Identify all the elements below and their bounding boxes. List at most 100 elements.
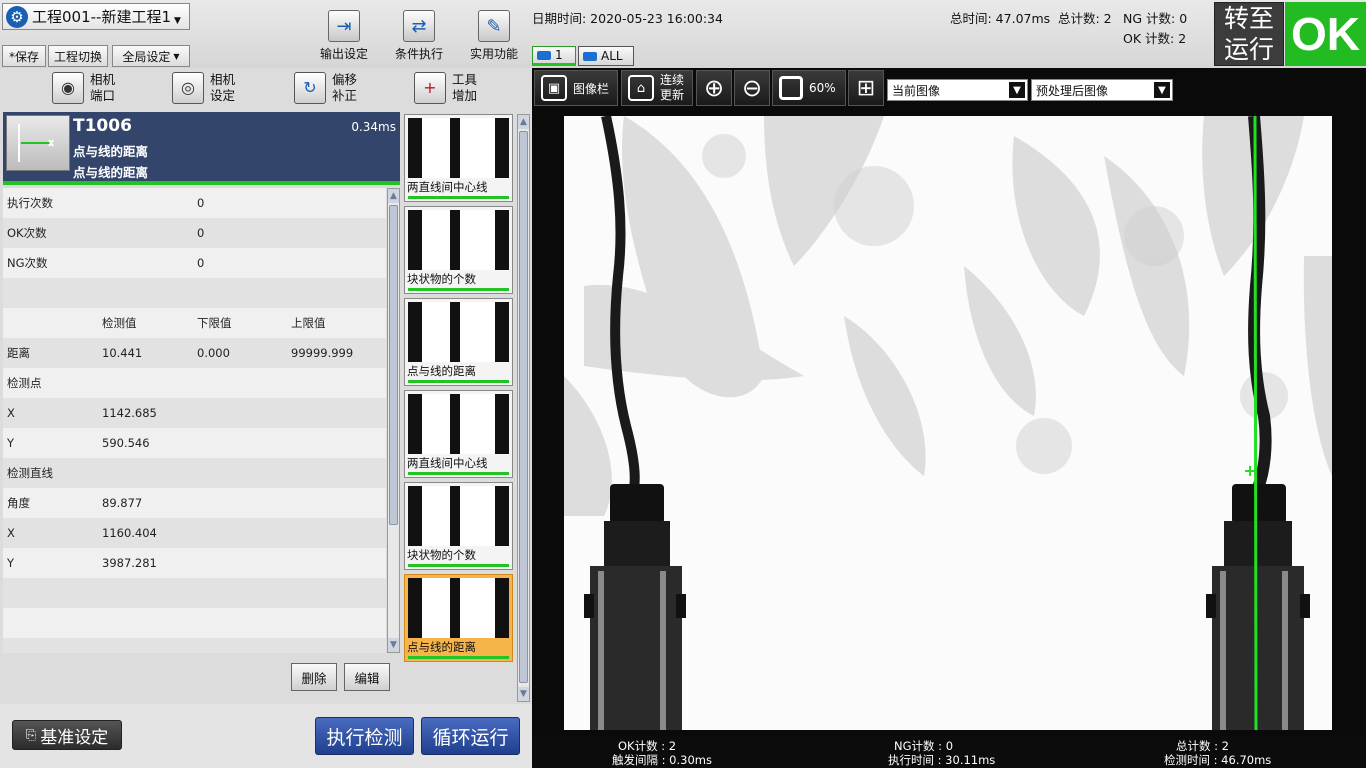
chevron-down-icon: ▼ [1154,82,1170,98]
zoom-level: 60% [809,81,836,95]
camera-icon [583,51,597,61]
processed-image-select[interactable]: 预处理后图像 ▼ [1031,79,1173,101]
top-toolbar: ⚙ 工程001--新建工程1 ▼ *保存 工程切换 全局设定 ▼ ⇥ 输出设定 … [0,0,1366,68]
execute-detect-button[interactable]: 执行检测 [315,717,414,755]
roi-button[interactable]: ⊞ [848,70,884,106]
point-line-distance-icon [6,115,70,171]
scroll-up-icon[interactable]: ▲ [388,189,399,203]
global-settings-label: 全局设定 [122,49,171,64]
scroll-thumb[interactable] [519,131,528,683]
project-title: 工程001--新建工程1 [32,8,171,26]
line-x-value: 1160.404 [102,526,157,540]
zoom-in-icon: ⊕ [703,74,725,102]
table-row: 检测点 [3,368,386,398]
delete-button[interactable]: 删除 [291,663,337,691]
thumb-image [408,394,509,454]
table-row: Y 590.546 [3,428,386,458]
thumb-label: 点与线的距离 [407,640,476,654]
tool-thumb-5[interactable]: 块状物的个数 [404,482,513,570]
edit-button[interactable]: 编辑 [344,663,390,691]
thumb-image [408,486,509,546]
continuous-update-button[interactable]: ⌂ 连续 更新 [621,70,693,106]
chevron-down-icon: ▼ [173,51,180,61]
scroll-down-icon[interactable]: ▼ [518,687,529,701]
camera-port-button[interactable]: ◉ 相机 端口 [52,72,115,104]
current-image-select[interactable]: 当前图像 ▼ [887,79,1028,101]
status-bar [408,288,509,291]
thumb-image [408,302,509,362]
project-selector[interactable]: ⚙ 工程001--新建工程1 ▼ [2,3,190,30]
ok-count-value: 0 [197,226,205,240]
table-row: Y 3987.281 [3,548,386,578]
image-bar-button[interactable]: ▣ 图像栏 [534,70,618,106]
continuous-l2: 更新 [660,88,685,102]
tool-thumb-3[interactable]: 点与线的距离 [404,298,513,386]
offset-l1: 偏移 [332,72,358,87]
save-button[interactable]: *保存 [2,45,46,67]
zoom-out-button[interactable]: ⊖ [734,70,770,106]
selected-tool-header: T1006 0.34ms 点与线的距离 点与线的距离 [3,112,400,185]
camera-tab-all[interactable]: ALL [578,46,634,66]
table-row: 检测直线 [3,458,386,488]
camera-settings-button[interactable]: ◎ 相机 设定 [172,72,235,104]
tool-thumb-2[interactable]: 块状物的个数 [404,206,513,294]
scroll-up-icon[interactable]: ▲ [518,115,529,129]
line-y-label: Y [7,556,15,570]
status-bar [408,196,509,199]
offset-correction-button[interactable]: ↻ 偏移 补正 [294,72,357,104]
result-ok-indicator: OK [1285,2,1366,66]
project-switch-button[interactable]: 工程切换 [48,45,108,67]
thumb-image [408,578,509,638]
thumbnail-scrollbar[interactable]: ▲ ▼ [517,114,530,702]
total-time-text: 总时间: 47.07ms [950,11,1051,26]
add-tool-button[interactable]: + 工具 增加 [414,72,477,104]
zoom-in-button[interactable]: ⊕ [696,70,732,106]
status-bar [408,656,509,659]
output-settings-button[interactable]: ⇥ 输出设定 [308,10,380,62]
camera-icon [537,50,551,60]
scroll-down-icon[interactable]: ▼ [388,638,399,652]
camera-settings-icon: ◎ [172,72,204,104]
point-x-value: 1142.685 [102,406,157,420]
table-scrollbar[interactable]: ▲ ▼ [387,188,400,653]
table-row: 执行次数 0 [3,188,386,218]
stats-trigger: 触发间隔 : 0.30ms [612,753,712,767]
tool-thumb-4[interactable]: 两直线间中心线 [404,390,513,478]
datetime-text: 日期时间: 2020-05-23 16:00:34 [532,11,723,26]
ng-count-label: NG次数 [7,256,48,270]
table-row [3,608,386,638]
chevron-down-icon: ▼ [174,15,181,26]
distance-upper: 99999.999 [291,346,354,360]
camera-image-canvas[interactable] [564,116,1332,730]
global-settings-button[interactable]: 全局设定 ▼ [112,45,190,67]
tool-name: 点与线的距离 [73,144,149,159]
angle-value: 89.877 [102,496,143,510]
utility-button[interactable]: ✎ 实用功能 [458,10,530,62]
camera-tab-1[interactable]: 1 [532,46,576,66]
image-bar-label: 图像栏 [573,81,610,96]
switch-to-run-button[interactable]: 转至 运行 [1214,2,1284,66]
statistics-bar: OK计数 : 2 触发间隔 : 0.30ms NG计数 : 0 执行时间 : 3… [532,736,1366,768]
point-y-value: 590.546 [102,436,150,450]
condition-exec-button[interactable]: ⇄ 条件执行 [383,10,455,62]
ng-count-text: NG 计数: 0 [1123,11,1188,26]
table-row: X 1160.404 [3,518,386,548]
video-camera-icon: ◉ [52,72,84,104]
thumb-image [408,210,509,270]
continuous-l1: 连续 [660,73,685,87]
run-label-line1: 转至 [1223,4,1274,33]
baseline-settings-button[interactable]: ⎘ 基准设定 [12,720,122,750]
baseline-label: 基准设定 [40,727,109,748]
thumb-label: 块状物的个数 [407,548,476,562]
camera-port-l2: 端口 [90,88,116,103]
tools-icon: ✎ [478,10,510,42]
point-x-label: X [7,406,15,420]
tool-thumb-1[interactable]: 两直线间中心线 [404,114,513,202]
table-row: X 1142.685 [3,398,386,428]
scroll-thumb[interactable] [389,205,398,525]
tool-thumb-6-selected[interactable]: 点与线的距离 [404,574,513,662]
table-row: NG次数 0 [3,248,386,278]
fit-zoom-button[interactable]: 60% [772,70,846,106]
loop-run-button[interactable]: 循环运行 [421,717,520,755]
ng-count-value: 0 [197,256,205,270]
